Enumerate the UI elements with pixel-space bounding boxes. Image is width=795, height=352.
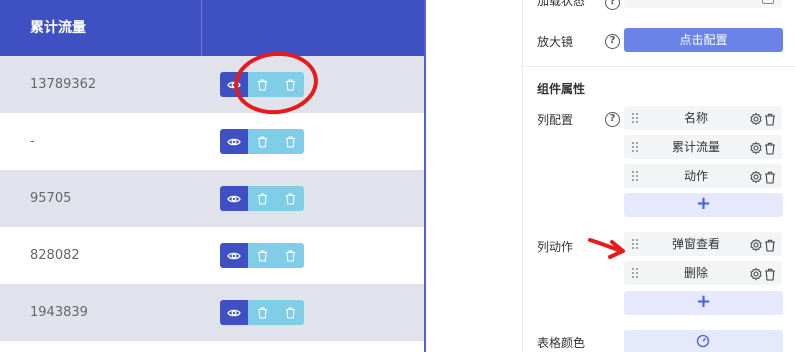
table-row: -: [0, 113, 424, 170]
loading-state-input[interactable]: [624, 0, 782, 8]
cumulative-flow-cell: 828082: [30, 248, 80, 263]
table-row: 828082: [0, 227, 424, 284]
column-config-item[interactable]: 累计流量: [624, 135, 782, 159]
add-action-button[interactable]: +: [624, 291, 783, 315]
component-properties-title: 组件属性: [537, 82, 586, 96]
row-actions: [220, 300, 304, 325]
column-config-item[interactable]: 名称: [624, 106, 782, 130]
delete-button[interactable]: [248, 243, 276, 268]
gear-icon[interactable]: [749, 237, 763, 252]
eye-icon: [227, 194, 241, 204]
gear-icon[interactable]: [749, 169, 763, 184]
item-label: 累计流量: [671, 140, 720, 154]
column-action-item[interactable]: 弹窗查看: [624, 232, 782, 256]
add-column-button[interactable]: +: [624, 193, 783, 217]
item-label: 删除: [683, 266, 708, 280]
column-config-label: 列配置: [537, 113, 574, 127]
gear-icon[interactable]: [749, 140, 763, 155]
column-header-actions: [202, 0, 424, 56]
delete-button[interactable]: [276, 300, 304, 325]
trash-icon[interactable]: [764, 140, 778, 155]
item-label: 动作: [683, 169, 708, 183]
image-icon: [762, 0, 774, 4]
trash-icon: [257, 249, 268, 262]
trash-icon: [257, 306, 268, 319]
magnifier-config-button[interactable]: 点击配置: [624, 28, 783, 52]
trash-icon: [285, 249, 296, 262]
cumulative-flow-cell: -: [30, 134, 35, 149]
help-icon[interactable]: ?: [605, 34, 620, 49]
delete-button[interactable]: [276, 243, 304, 268]
trash-icon: [285, 135, 296, 148]
eye-icon: [227, 308, 241, 318]
row-actions: [220, 186, 304, 211]
column-config-item[interactable]: 动作: [624, 164, 782, 188]
column-header-cumulative-flow[interactable]: 累计流量: [0, 0, 202, 56]
table-row: 95705: [0, 170, 424, 227]
trash-icon: [285, 306, 296, 319]
panel-divider: [522, 0, 523, 352]
view-button[interactable]: [220, 300, 248, 325]
table-header: 累计流量: [0, 0, 424, 56]
table-row: 1943839: [0, 284, 424, 341]
trash-icon: [285, 192, 296, 205]
trash-icon[interactable]: [764, 237, 778, 252]
gear-icon[interactable]: [749, 266, 763, 281]
cumulative-flow-cell: 95705: [30, 191, 72, 206]
delete-button[interactable]: [248, 129, 276, 154]
loading-state-label: 加载状态: [537, 0, 586, 8]
section-divider: [523, 66, 795, 67]
help-icon[interactable]: ?: [605, 112, 620, 127]
row-actions: [220, 129, 304, 154]
trash-icon: [257, 192, 268, 205]
data-table: 累计流量 13789362 - 95705 828082 1943839: [0, 0, 426, 352]
column-actions-label: 列动作: [537, 240, 574, 254]
item-label: 弹窗查看: [671, 237, 720, 251]
trash-icon[interactable]: [764, 266, 778, 281]
delete-button[interactable]: [276, 129, 304, 154]
eye-icon: [227, 137, 241, 147]
delete-button[interactable]: [276, 186, 304, 211]
trash-icon[interactable]: [764, 169, 778, 184]
cumulative-flow-cell: 13789362: [30, 77, 97, 92]
gear-icon[interactable]: [749, 111, 763, 126]
table-color-picker[interactable]: [624, 330, 783, 352]
trash-icon[interactable]: [764, 111, 778, 126]
item-label: 名称: [683, 111, 708, 125]
delete-button[interactable]: [248, 186, 276, 211]
view-button[interactable]: [220, 129, 248, 154]
palette-icon: [696, 334, 710, 348]
view-button[interactable]: [220, 243, 248, 268]
row-actions: [220, 243, 304, 268]
magnifier-label: 放大镜: [537, 35, 574, 49]
delete-button[interactable]: [248, 300, 276, 325]
view-button[interactable]: [220, 186, 248, 211]
eye-icon: [227, 251, 241, 261]
cumulative-flow-cell: 1943839: [30, 305, 88, 320]
column-action-item[interactable]: 删除: [624, 261, 782, 285]
table-color-label: 表格颜色: [537, 336, 586, 350]
annotation-red-arrow: [588, 238, 625, 259]
table-row: 13789362: [0, 56, 424, 113]
trash-icon: [257, 135, 268, 148]
